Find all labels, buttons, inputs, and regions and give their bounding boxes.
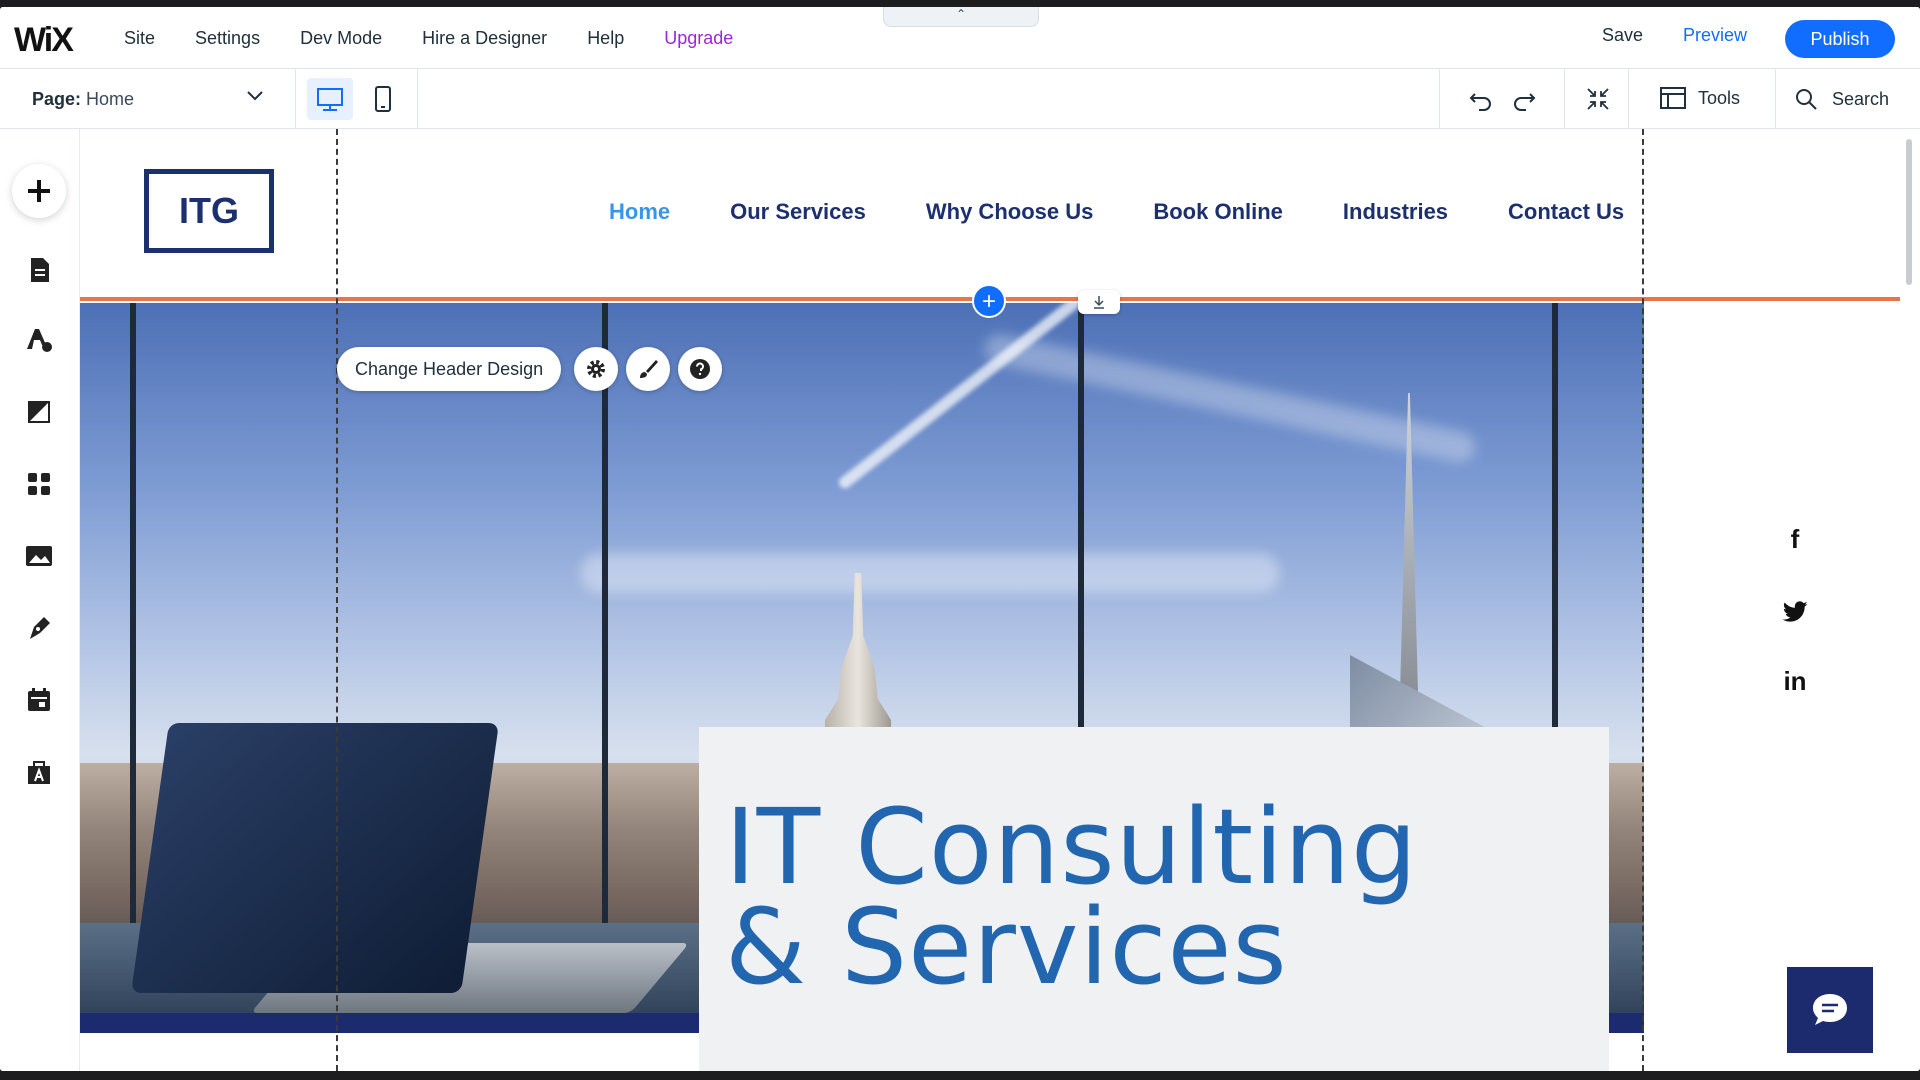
- gear-icon: [587, 360, 605, 378]
- search-icon: [1796, 89, 1817, 110]
- media-icon[interactable]: [24, 541, 54, 571]
- design-icon[interactable]: [24, 325, 54, 355]
- contrail: [836, 303, 1144, 491]
- nav-book-online[interactable]: Book Online: [1153, 199, 1283, 225]
- add-icon: [28, 180, 50, 202]
- page-selector-label: Page: Home: [32, 89, 134, 110]
- hero-title-box[interactable]: IT Consulting & Services: [699, 727, 1609, 1071]
- collapse-toolbar-tab[interactable]: ⌃: [883, 7, 1039, 27]
- wix-editor-window: WiX Site Settings Dev Mode Hire a Design…: [0, 7, 1920, 1071]
- anchor-button[interactable]: [1078, 290, 1120, 314]
- save-button[interactable]: Save: [1602, 25, 1643, 46]
- gridline-guide: [1642, 129, 1644, 1071]
- menu-settings[interactable]: Settings: [195, 28, 260, 49]
- redo-icon[interactable]: [1510, 85, 1538, 113]
- chat-widget-button[interactable]: [1787, 967, 1873, 1053]
- nav-home[interactable]: Home: [609, 199, 670, 225]
- editor-top-bar: WiX Site Settings Dev Mode Hire a Design…: [0, 7, 1920, 69]
- help-button[interactable]: [678, 347, 722, 391]
- gridline-guide: [336, 129, 338, 1071]
- editor-left-sidebar: [0, 129, 80, 1071]
- nav-our-services[interactable]: Our Services: [730, 199, 866, 225]
- preview-button[interactable]: Preview: [1683, 25, 1747, 46]
- window-frame: [602, 303, 608, 923]
- chat-icon: [1813, 994, 1847, 1025]
- apps-icon[interactable]: [24, 469, 54, 499]
- design-button[interactable]: [626, 347, 670, 391]
- add-section-button[interactable]: +: [972, 284, 1006, 318]
- window-frame: [130, 303, 136, 923]
- mobile-view-button[interactable]: [360, 78, 406, 120]
- cloud: [982, 331, 1478, 465]
- menu-hire-designer[interactable]: Hire a Designer: [422, 28, 547, 49]
- help-icon: [690, 359, 710, 379]
- tools-button[interactable]: Tools: [1660, 87, 1740, 109]
- mobile-icon: [375, 86, 391, 112]
- plus-icon: +: [981, 288, 996, 315]
- editor-sub-bar: Page: Home Tools Search: [0, 69, 1920, 129]
- page-selector[interactable]: Page: Home: [0, 69, 296, 129]
- twitter-icon[interactable]: [1780, 597, 1810, 627]
- cloud: [580, 553, 1280, 593]
- menu-help[interactable]: Help: [587, 28, 624, 49]
- editor-canvas[interactable]: ITG Home Our Services Why Choose Us Book…: [80, 129, 1900, 1071]
- undo-icon[interactable]: [1467, 85, 1495, 113]
- scrollbar-thumb[interactable]: [1906, 139, 1912, 285]
- publish-button[interactable]: Publish: [1785, 20, 1895, 58]
- search-button[interactable]: Search: [1794, 87, 1889, 111]
- current-page-name: Home: [86, 89, 135, 109]
- nav-why-choose-us[interactable]: Why Choose Us: [926, 199, 1093, 225]
- canvas-scrollbar[interactable]: [1900, 129, 1920, 1071]
- divider: [417, 69, 418, 129]
- menu-dev-mode[interactable]: Dev Mode: [300, 28, 382, 49]
- divider: [1628, 69, 1629, 129]
- facebook-icon[interactable]: f: [1780, 524, 1810, 555]
- desktop-icon: [317, 88, 343, 111]
- chevron-down-icon: [247, 91, 263, 101]
- desktop-view-button[interactable]: [307, 78, 353, 120]
- divider: [1564, 69, 1565, 129]
- pages-icon[interactable]: [24, 255, 54, 285]
- nav-contact-us[interactable]: Contact Us: [1508, 199, 1624, 225]
- editor-menu: Site Settings Dev Mode Hire a Designer H…: [124, 7, 773, 69]
- chevron-up-icon: ⌃: [955, 7, 967, 21]
- download-icon: [1094, 296, 1104, 309]
- nav-industries[interactable]: Industries: [1343, 199, 1448, 225]
- hero-title[interactable]: IT Consulting & Services: [725, 795, 1418, 999]
- linkedin-icon[interactable]: in: [1780, 666, 1810, 697]
- laptop: [131, 723, 499, 993]
- brush-icon: [640, 360, 658, 378]
- tools-icon: [1660, 87, 1686, 109]
- search-label: Search: [1832, 88, 1890, 109]
- site-navigation: Home Our Services Why Choose Us Book Onl…: [609, 199, 1684, 225]
- page-prefix: Page:: [32, 89, 82, 109]
- zoom-out-icon[interactable]: [1584, 85, 1612, 113]
- add-elements-button[interactable]: [12, 164, 66, 218]
- background-icon[interactable]: [24, 397, 54, 427]
- bookings-icon[interactable]: [24, 685, 54, 715]
- tools-label: Tools: [1698, 87, 1741, 108]
- change-header-design-button[interactable]: Change Header Design: [337, 347, 562, 391]
- menu-upgrade[interactable]: Upgrade: [664, 28, 733, 49]
- divider: [1775, 69, 1776, 129]
- menu-site[interactable]: Site: [124, 28, 155, 49]
- divider: [1439, 69, 1440, 129]
- portfolio-icon[interactable]: [24, 757, 54, 787]
- wix-logo[interactable]: WiX: [14, 21, 74, 60]
- site-logo[interactable]: ITG: [144, 169, 274, 253]
- blog-icon[interactable]: [24, 613, 54, 643]
- settings-button[interactable]: [574, 347, 618, 391]
